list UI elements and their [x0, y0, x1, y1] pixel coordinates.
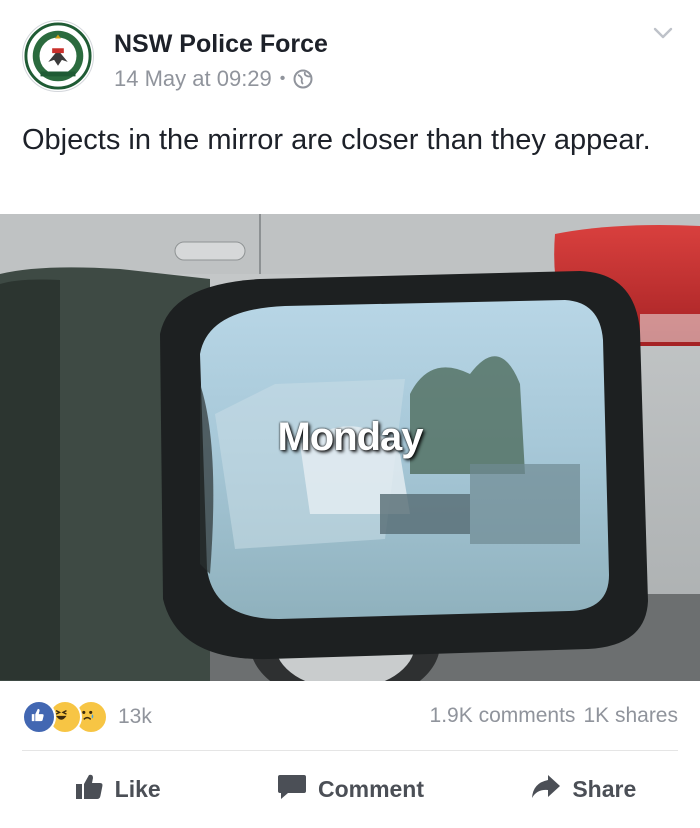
engagement-counts: 1.9K comments 1K shares	[430, 704, 678, 728]
reactions-summary[interactable]: 13k	[22, 700, 152, 734]
comment-icon	[276, 771, 308, 807]
post-card: NSW Police Force 14 May at 09:29 • Objec…	[0, 0, 700, 828]
post-image[interactable]: Monday	[0, 214, 700, 681]
divider	[22, 750, 678, 751]
meta-separator: •	[279, 70, 286, 87]
police-crest-icon[interactable]	[22, 20, 94, 92]
like-reaction-icon	[22, 700, 56, 734]
like-label: Like	[114, 775, 161, 802]
comment-label: Comment	[317, 775, 425, 802]
shares-count[interactable]: 1K shares	[583, 704, 678, 728]
comment-button[interactable]: Comment	[233, 758, 466, 820]
thumbs-up-icon	[73, 771, 105, 807]
globe-icon	[293, 69, 313, 89]
like-button[interactable]: Like	[0, 758, 233, 820]
share-label: Share	[572, 775, 637, 802]
share-arrow-icon	[530, 771, 562, 807]
post-meta: 14 May at 09:29 •	[114, 66, 313, 92]
action-bar: Like Comment Share	[0, 758, 700, 820]
timestamp[interactable]: 14 May at 09:29	[114, 66, 272, 92]
comments-count[interactable]: 1.9K comments	[430, 704, 576, 728]
image-caption: Monday	[277, 415, 423, 459]
post-text: Objects in the mirror are closer than th…	[22, 124, 651, 156]
share-button[interactable]: Share	[467, 758, 700, 820]
page-name[interactable]: NSW Police Force	[114, 30, 328, 59]
reactions-count[interactable]: 13k	[118, 705, 152, 729]
chevron-down-icon[interactable]	[650, 20, 676, 46]
